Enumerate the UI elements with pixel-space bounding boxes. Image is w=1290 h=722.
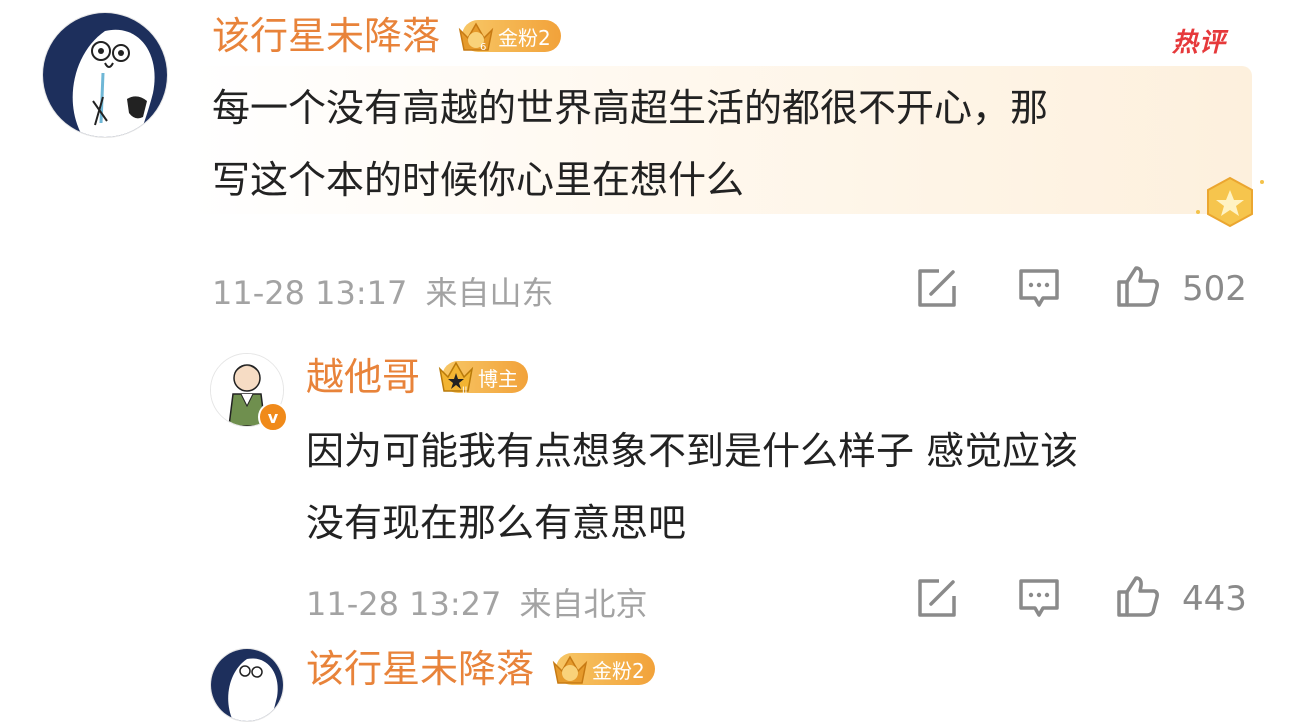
svg-text:II: II xyxy=(462,386,467,396)
repost-icon[interactable] xyxy=(915,266,959,310)
comment-line: 每一个没有高越的世界高超生活的都很不开心，那 xyxy=(212,86,1049,130)
fan-badge[interactable]: 金粉2 xyxy=(552,653,655,685)
hot-comment-tag: 热评 xyxy=(1172,28,1227,58)
reply-text: 因为可能我有点想象不到是什么样子 感觉应该 没有现在那么有意思吧 xyxy=(306,415,1246,559)
location: 来自山东 xyxy=(425,274,554,312)
verified-icon: v xyxy=(258,402,288,432)
timestamp: 11-28 13:27 xyxy=(306,585,502,623)
svg-text:6: 6 xyxy=(480,42,486,53)
star-medal-icon xyxy=(1196,176,1264,228)
comment-line: 写这个本的时候你心里在想什么 xyxy=(212,158,745,202)
thumbs-up-icon[interactable] xyxy=(1116,574,1160,618)
badge-label: 博主 xyxy=(478,366,519,391)
reply-username[interactable]: 该行星未降落 xyxy=(306,650,534,688)
badge-label: 金粉2 xyxy=(592,658,645,683)
comment-icon[interactable] xyxy=(1017,576,1061,620)
repost-icon[interactable] xyxy=(915,576,959,620)
like-count: 502 xyxy=(1182,269,1247,309)
avatar-image xyxy=(43,13,167,137)
avatar[interactable] xyxy=(42,12,168,138)
avatar-image xyxy=(211,649,283,721)
crown-icon xyxy=(552,655,588,684)
comment-icon[interactable] xyxy=(1017,266,1061,310)
author-badge[interactable]: II 博主 xyxy=(438,361,529,396)
comment-text: 每一个没有高越的世界高超生活的都很不开心，那 写这个本的时候你心里在想什么 xyxy=(212,72,1222,216)
reply-username[interactable]: 越他哥 xyxy=(306,358,420,396)
avatar[interactable] xyxy=(210,648,284,722)
fan-badge[interactable]: 6 金粉2 xyxy=(458,20,561,53)
badge-label: 金粉2 xyxy=(498,25,551,50)
comment-line: 因为可能我有点想象不到是什么样子 感觉应该 xyxy=(306,429,1079,473)
location: 来自北京 xyxy=(519,585,648,623)
comment-username[interactable]: 该行星未降落 xyxy=(212,17,440,55)
crown-icon: II xyxy=(438,361,474,396)
reply-meta: 11-28 13:27 来自北京 xyxy=(306,579,648,625)
thumbs-up-icon[interactable] xyxy=(1116,264,1160,308)
comment-meta: 11-28 13:17 来自山东 xyxy=(212,268,554,314)
comment-line: 没有现在那么有意思吧 xyxy=(306,501,687,545)
like-count: 443 xyxy=(1182,579,1247,619)
timestamp: 11-28 13:17 xyxy=(212,274,408,312)
crown-icon: 6 xyxy=(458,22,494,53)
